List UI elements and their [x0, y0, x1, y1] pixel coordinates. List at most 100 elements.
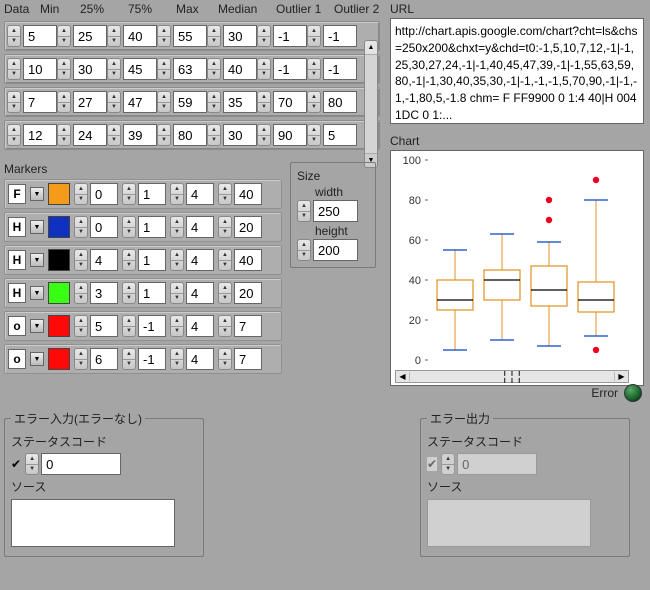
- number-input[interactable]: 12: [23, 124, 57, 146]
- number-input[interactable]: 20: [234, 282, 262, 304]
- marker-color-swatch[interactable]: [48, 282, 70, 304]
- number-input[interactable]: 30: [223, 124, 257, 146]
- spinner-buttons[interactable]: ▲▼: [74, 315, 88, 337]
- number-input[interactable]: 47: [123, 91, 157, 113]
- marker-dropdown-icon[interactable]: ▼: [30, 220, 44, 234]
- number-input[interactable]: 40: [234, 183, 262, 205]
- number-input[interactable]: 1: [138, 249, 166, 271]
- spinner-buttons[interactable]: ▲▼: [122, 282, 136, 304]
- number-input[interactable]: 35: [223, 91, 257, 113]
- width-spinner[interactable]: ▲▼: [297, 200, 311, 222]
- spinner-buttons[interactable]: ▲▼: [7, 58, 21, 80]
- number-input[interactable]: 39: [123, 124, 157, 146]
- number-input[interactable]: 7: [234, 315, 262, 337]
- spinner-buttons[interactable]: ▲▼: [257, 91, 271, 113]
- spinner-buttons[interactable]: ▲▼: [307, 91, 321, 113]
- number-input[interactable]: 5: [90, 315, 118, 337]
- err-in-spinner[interactable]: ▲▼: [25, 453, 39, 475]
- marker-color-swatch[interactable]: [48, 315, 70, 337]
- number-input[interactable]: 90: [273, 124, 307, 146]
- number-input[interactable]: 1: [138, 183, 166, 205]
- marker-color-swatch[interactable]: [48, 183, 70, 205]
- spinner-buttons[interactable]: ▲▼: [122, 348, 136, 370]
- number-input[interactable]: 10: [23, 58, 57, 80]
- number-input[interactable]: 24: [73, 124, 107, 146]
- spinner-buttons[interactable]: ▲▼: [122, 216, 136, 238]
- err-in-code[interactable]: 0: [41, 453, 121, 475]
- spinner-buttons[interactable]: ▲▼: [7, 25, 21, 47]
- url-textarea[interactable]: http://chart.apis.google.com/chart?cht=l…: [390, 18, 644, 124]
- number-input[interactable]: 4: [186, 249, 214, 271]
- number-input[interactable]: 40: [223, 58, 257, 80]
- spinner-buttons[interactable]: ▲▼: [74, 216, 88, 238]
- number-input[interactable]: 55: [173, 25, 207, 47]
- marker-type[interactable]: o: [8, 316, 26, 336]
- number-input[interactable]: 0: [90, 216, 118, 238]
- spinner-buttons[interactable]: ▲▼: [257, 25, 271, 47]
- spinner-buttons[interactable]: ▲▼: [7, 91, 21, 113]
- spinner-buttons[interactable]: ▲▼: [57, 25, 71, 47]
- marker-color-swatch[interactable]: [48, 249, 70, 271]
- width-input[interactable]: 250: [313, 200, 358, 222]
- chart-hscroll[interactable]: ◀ ╎╎╎ ▶: [395, 370, 629, 383]
- spinner-buttons[interactable]: ▲▼: [170, 348, 184, 370]
- err-in-src-textarea[interactable]: [11, 499, 175, 547]
- data-scrollbar[interactable]: ▲ ▼: [364, 40, 378, 168]
- spinner-buttons[interactable]: ▲▼: [257, 124, 271, 146]
- spinner-buttons[interactable]: ▲▼: [57, 124, 71, 146]
- spinner-buttons[interactable]: ▲▼: [7, 124, 21, 146]
- spinner-buttons[interactable]: ▲▼: [170, 282, 184, 304]
- scroll-left-icon[interactable]: ◀: [396, 372, 410, 381]
- number-input[interactable]: 5: [323, 124, 357, 146]
- spinner-buttons[interactable]: ▲▼: [218, 282, 232, 304]
- marker-type[interactable]: o: [8, 349, 26, 369]
- spinner-buttons[interactable]: ▲▼: [218, 183, 232, 205]
- marker-type[interactable]: H: [8, 283, 26, 303]
- number-input[interactable]: 4: [186, 282, 214, 304]
- spinner-buttons[interactable]: ▲▼: [157, 124, 171, 146]
- spinner-buttons[interactable]: ▲▼: [74, 249, 88, 271]
- spinner-buttons[interactable]: ▲▼: [170, 216, 184, 238]
- marker-dropdown-icon[interactable]: ▼: [30, 352, 44, 366]
- marker-color-swatch[interactable]: [48, 348, 70, 370]
- number-input[interactable]: 1: [138, 216, 166, 238]
- number-input[interactable]: 63: [173, 58, 207, 80]
- spinner-buttons[interactable]: ▲▼: [170, 315, 184, 337]
- spinner-buttons[interactable]: ▲▼: [170, 249, 184, 271]
- spinner-buttons[interactable]: ▲▼: [122, 183, 136, 205]
- spinner-buttons[interactable]: ▲▼: [157, 91, 171, 113]
- spinner-buttons[interactable]: ▲▼: [107, 25, 121, 47]
- number-input[interactable]: 40: [234, 249, 262, 271]
- number-input[interactable]: -1: [138, 315, 166, 337]
- number-input[interactable]: 80: [173, 124, 207, 146]
- number-input[interactable]: -1: [138, 348, 166, 370]
- number-input[interactable]: 5: [23, 25, 57, 47]
- spinner-buttons[interactable]: ▲▼: [74, 282, 88, 304]
- spinner-buttons[interactable]: ▲▼: [107, 124, 121, 146]
- number-input[interactable]: 6: [90, 348, 118, 370]
- number-input[interactable]: 4: [186, 315, 214, 337]
- spinner-buttons[interactable]: ▲▼: [207, 25, 221, 47]
- number-input[interactable]: 3: [90, 282, 118, 304]
- scroll-up-icon[interactable]: ▲: [365, 41, 377, 55]
- number-input[interactable]: 45: [123, 58, 157, 80]
- number-input[interactable]: 0: [90, 183, 118, 205]
- number-input[interactable]: 1: [138, 282, 166, 304]
- spinner-buttons[interactable]: ▲▼: [257, 58, 271, 80]
- spinner-buttons[interactable]: ▲▼: [307, 58, 321, 80]
- spinner-buttons[interactable]: ▲▼: [170, 183, 184, 205]
- number-input[interactable]: -1: [323, 25, 357, 47]
- height-spinner[interactable]: ▲▼: [297, 239, 311, 261]
- number-input[interactable]: 40: [123, 25, 157, 47]
- number-input[interactable]: 4: [186, 183, 214, 205]
- spinner-buttons[interactable]: ▲▼: [207, 124, 221, 146]
- number-input[interactable]: 80: [323, 91, 357, 113]
- number-input[interactable]: 20: [234, 216, 262, 238]
- spinner-buttons[interactable]: ▲▼: [307, 25, 321, 47]
- spinner-buttons[interactable]: ▲▼: [307, 124, 321, 146]
- spinner-buttons[interactable]: ▲▼: [157, 58, 171, 80]
- marker-dropdown-icon[interactable]: ▼: [30, 253, 44, 267]
- marker-type[interactable]: H: [8, 217, 26, 237]
- height-input[interactable]: 200: [313, 239, 358, 261]
- marker-type[interactable]: H: [8, 250, 26, 270]
